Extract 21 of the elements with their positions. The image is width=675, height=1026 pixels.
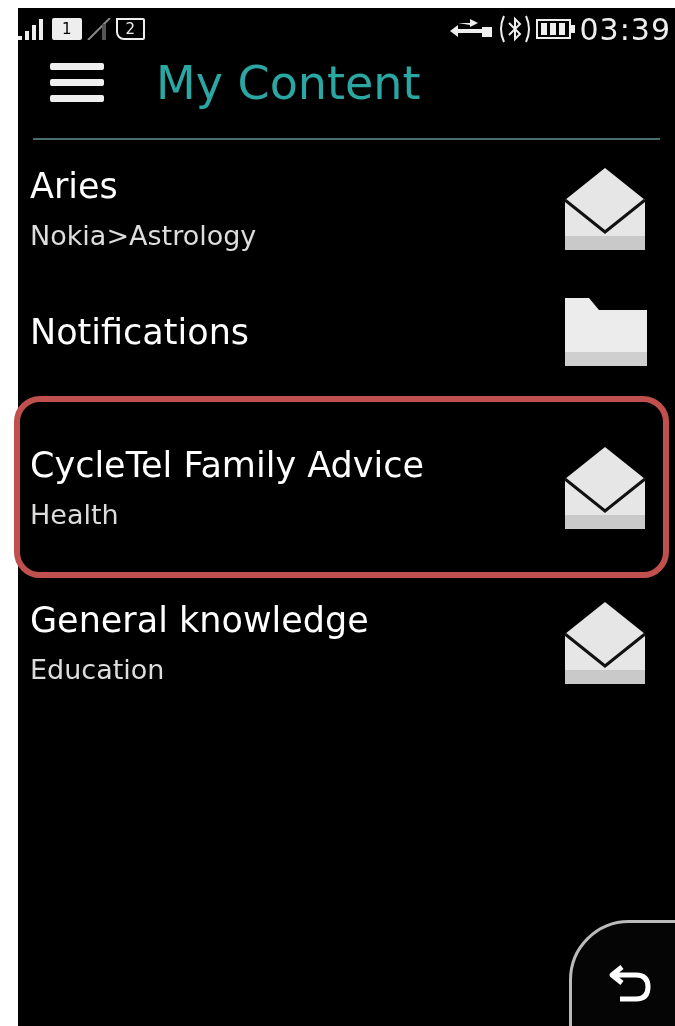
item-title[interactable]: General knowledge xyxy=(30,599,563,640)
bluetooth-icon xyxy=(497,14,532,44)
battery-icon xyxy=(535,18,576,40)
envelope-icon xyxy=(563,445,647,529)
item-title[interactable]: CycleTel Family Advice xyxy=(30,444,563,485)
envelope-icon xyxy=(563,600,647,684)
item-category: Education xyxy=(30,653,166,685)
folder-icon xyxy=(565,298,647,366)
no-signal-icon xyxy=(85,18,112,40)
page-title: My Content xyxy=(156,56,421,110)
envelope-icon xyxy=(563,166,647,250)
item-category: Nokia>Astrology xyxy=(30,219,258,251)
back-icon xyxy=(608,963,652,1003)
menu-icon[interactable] xyxy=(50,63,104,103)
sim-two-badge: 2 xyxy=(115,18,146,40)
sim-one-badge: 1 xyxy=(52,18,82,40)
item-category: Health xyxy=(30,498,120,530)
item-title[interactable]: Notifications xyxy=(30,312,565,352)
clock-time: 03:39 xyxy=(579,11,671,47)
back-button[interactable] xyxy=(569,920,675,1026)
item-title[interactable]: Aries xyxy=(30,165,563,206)
